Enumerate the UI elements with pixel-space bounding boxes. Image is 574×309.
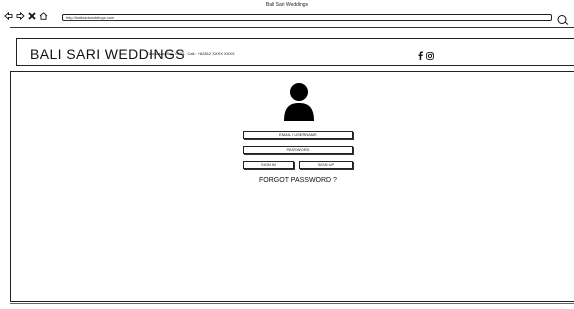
page-bottom-border [10,303,574,304]
password-field[interactable]: PASSWORD [243,146,353,154]
forward-icon[interactable] [16,12,25,20]
email-field[interactable]: EMAIL / USERNAME [243,131,353,139]
contact-info: Denpasar, Bali, 0123 . Call : +62812 XXX… [147,51,235,56]
login-panel: EMAIL / USERNAME PASSWORD SIGN IN SIGN U… [10,71,574,302]
window-title: Bali Sari Weddings [265,2,309,8]
forgot-password-link[interactable]: FORGOT PASSWORD ? [243,177,353,184]
user-avatar-icon [281,82,317,127]
instagram-icon[interactable] [426,47,434,65]
social-links [418,47,434,65]
close-icon[interactable] [28,12,36,20]
sign-in-button[interactable]: SIGN IN [243,161,294,169]
url-input[interactable]: http://balisariweddings.com [62,14,552,21]
sign-up-button[interactable]: SIGN UP [299,161,353,169]
site-header: BALI SARI WEDDINGS Denpasar, Bali, 0123 … [16,38,574,66]
divider [10,27,574,28]
browser-window: Bali Sari Weddings http://balisariweddin… [0,0,574,309]
home-icon[interactable] [39,12,48,20]
back-icon[interactable] [4,12,13,20]
browser-nav [4,12,48,20]
facebook-icon[interactable] [418,47,423,65]
